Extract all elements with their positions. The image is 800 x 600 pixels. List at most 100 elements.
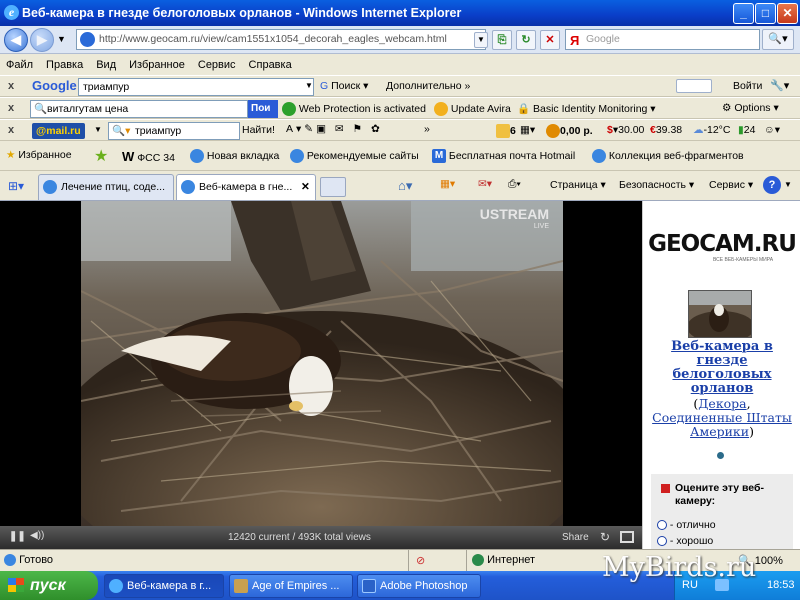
tab-bird-treatment[interactable]: Лечение птиц, соде... [38,174,174,200]
avira-options-button[interactable]: ⚙ Options ▾ [722,102,779,114]
chevron-down-icon[interactable]: ▼ [784,180,792,189]
security-zone[interactable]: Интернет [472,554,535,567]
search-input[interactable]: Я Google [565,29,760,50]
home-icon[interactable]: ⌂▾ [398,178,412,194]
address-input[interactable]: http://www.geocam.ru/view/cam1551x1054_d… [76,29,486,50]
radio-icon[interactable] [657,520,667,531]
compat-view-icon[interactable]: ⎘ [492,30,512,50]
mail-read-icon[interactable]: ✉▾ [478,178,492,190]
help-icon[interactable]: ? [763,176,781,194]
user-icon[interactable]: ☺▾ [764,124,780,136]
favorites-button[interactable]: ★ Избранное [6,149,72,161]
notifications-count[interactable]: ▮24 [738,124,755,136]
print-icon[interactable]: ⎙▾ [508,178,521,191]
new-tab-button[interactable] [320,177,346,197]
google-signin-button[interactable]: Войти [733,80,762,92]
mailru-toolbar-close-button[interactable]: x [8,124,14,136]
page-done-icon [4,554,16,567]
clock[interactable]: 18:53 [767,579,795,591]
google-search-button[interactable]: G Поиск ▾ [320,80,368,92]
google-more-button[interactable]: Дополнительно » [386,80,470,92]
refresh-icon[interactable]: ↻ [516,30,536,50]
google-toolbar-close-button[interactable]: x [8,80,14,92]
country-link[interactable]: Соединенные Штаты Америки [652,410,792,439]
radio-icon[interactable] [657,536,667,547]
mail-count[interactable]: 6 [496,124,516,138]
taskbar-item-ie[interactable]: Веб-камера в г... [104,574,224,598]
rss-feed-icon[interactable]: ▦▾ [440,178,455,190]
menu-help[interactable]: Справка [249,59,292,71]
eagle-nest-video[interactable]: USTREAM LIVE [81,201,563,526]
weather-reading[interactable]: ☁-12°C [693,124,730,136]
page-content: USTREAM LIVE ❚❚ ◀)) 12420 current / 493K… [0,201,800,549]
chevron-down-icon[interactable]: ▼ [94,125,102,134]
taskbar-item-age-of-empires[interactable]: Age of Empires ... [229,574,353,598]
menu-tools[interactable]: Сервис [198,59,236,71]
google-search-input[interactable]: триампур [78,78,314,96]
menu-edit[interactable]: Правка [46,59,83,71]
stop-icon[interactable]: ✕ [540,30,560,50]
toolbar-add-icon[interactable] [676,79,712,93]
wrench-icon[interactable]: 🔧▾ [770,79,789,92]
fav-item-hotmail[interactable]: M Бесплатная почта Hotmail [432,149,575,163]
cam-title-link[interactable]: Веб-камера в гнезде белоголовых орланов [647,340,797,396]
apps-icon[interactable]: ▦▾ [520,124,535,136]
search-button[interactable]: 🔍▾ [762,29,794,50]
fullscreen-icon[interactable] [620,531,634,543]
address-dropdown-icon[interactable]: ▼ [474,32,488,48]
fav-item-new-tab[interactable]: Новая вкладка [190,149,279,163]
taskbar-item-photoshop[interactable]: Adobe Photoshop [357,574,481,598]
add-favorite-icon[interactable]: ★ [94,146,108,166]
geocam-sidebar: GEOCAM.RU ВСЕ ВЕБ-КАМЕРЫ МИРА Веб-камера… [642,201,800,549]
reload-icon[interactable]: ↻ [600,530,610,544]
avira-toolbar-close-button[interactable]: x [8,102,14,114]
money-balance[interactable]: 0,00 р. [546,124,593,138]
cloud-icon: ☁ [693,124,704,136]
maximize-button[interactable]: □ [755,3,776,24]
update-avira-button[interactable]: Update Avira [434,102,511,116]
minimize-button[interactable]: _ [733,3,754,24]
pause-icon[interactable]: ❚❚ [9,531,26,542]
safety-menu-button[interactable]: Безопасность ▾ [619,179,694,191]
city-link[interactable]: Декора [698,396,746,411]
close-button[interactable]: ✕ [777,3,798,24]
back-button[interactable]: ◀ [4,28,28,52]
menu-favorites[interactable]: Избранное [129,59,185,71]
forward-button[interactable]: ▶ [30,28,54,52]
geocam-logo[interactable]: GEOCAM.RU [647,231,797,257]
rating-option-excellent[interactable]: - отлично [657,519,716,531]
volume-icon[interactable]: ◀)) [30,530,44,541]
fav-item-webslices[interactable]: Коллекция веб-фрагментов [592,149,744,163]
video-player[interactable]: USTREAM LIVE ❚❚ ◀)) 12420 current / 493K… [0,201,642,549]
fav-item-suggested[interactable]: Рекомендуемые сайты [290,149,419,163]
usd-rate[interactable]: $▾30.00 [607,124,644,136]
tab-eagle-cam[interactable]: Веб-камера в гне... ✕ [176,174,316,200]
chevron-down-icon[interactable]: ▼ [305,81,313,90]
quick-tabs-icon[interactable]: ⊞▾ [8,179,24,193]
fav-item-fss[interactable]: W ФСС 34 [122,149,175,164]
window-title-bar[interactable]: e Веб-камера в гнезде белоголовых орлано… [0,0,800,26]
close-tab-icon[interactable]: ✕ [301,175,310,199]
tools-menu-button[interactable]: Сервис ▾ [709,179,753,191]
eur-rate[interactable]: €39.38 [650,124,682,136]
identity-monitoring-button[interactable]: 🔒 Basic Identity Monitoring ▾ [517,102,656,115]
more-chevron-icon[interactable]: » [424,123,430,135]
mailru-tool-icons[interactable]: A▾✎▣ ✉ ⚑ ✿ [286,123,383,135]
web-protection-status[interactable]: Web Protection is activated [282,102,426,116]
mailru-search-input[interactable]: 🔍▾ триампур [108,122,240,140]
rating-option-good[interactable]: - хорошо [657,535,713,547]
page-menu-button[interactable]: Страница ▾ [550,179,606,191]
privacy-icon[interactable]: ⊘ [416,554,425,567]
history-dropdown-icon[interactable]: ▼ [57,34,66,44]
mailru-find-button[interactable]: Найти! [242,124,275,136]
menu-view[interactable]: Вид [96,59,116,71]
mailru-logo[interactable]: @mail.ru [32,123,85,139]
start-button[interactable]: пуск [0,571,98,600]
menu-file[interactable]: Файл [6,59,33,71]
share-button[interactable]: Share [562,532,589,543]
view-counter: 12420 current / 493K total views [228,532,371,543]
avira-search-input[interactable]: 🔍 виталгутам цена [30,100,248,118]
game-icon [234,579,248,593]
avira-search-button[interactable]: Пои [248,100,278,118]
cam-thumbnail[interactable] [688,290,752,338]
